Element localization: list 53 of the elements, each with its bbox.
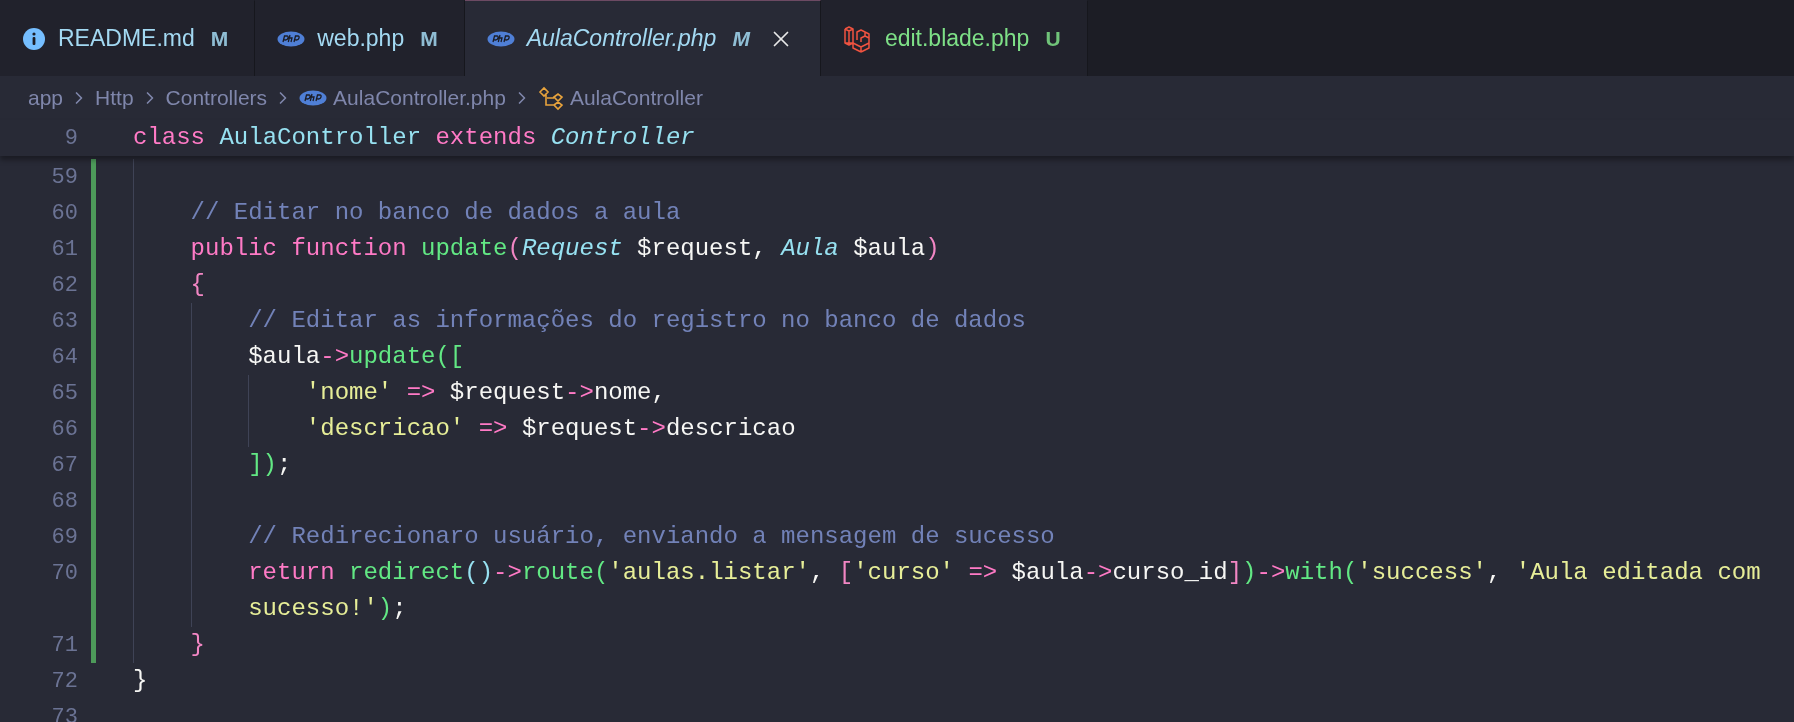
code-line: $aula->update([ xyxy=(133,339,465,375)
line-number: 66 xyxy=(50,416,79,442)
editor-tab[interactable]: README.md M xyxy=(0,0,256,76)
code-line: ]); xyxy=(133,447,292,483)
line-number: 69 xyxy=(50,524,79,550)
code-line: } xyxy=(133,666,148,696)
code-line: class AulaController extends Controller xyxy=(133,123,695,153)
breadcrumb-item[interactable]: AulaController xyxy=(569,86,703,110)
code-line: 'descricao' => $request->descricao xyxy=(133,411,796,447)
laravel-icon xyxy=(842,23,873,54)
code-line: public function update(Request $request, Aula $aula) xyxy=(133,231,940,267)
code-line: { xyxy=(133,267,205,303)
line-number: 72 xyxy=(50,668,79,694)
breadcrumb-item[interactable]: AulaController.php xyxy=(333,86,506,110)
code-line: // Editar no banco de dados a aula xyxy=(133,195,681,231)
line-number: 70 xyxy=(50,560,79,586)
breadcrumb-item[interactable]: app xyxy=(28,86,64,110)
line-number: 61 xyxy=(50,236,79,262)
line-number: 67 xyxy=(50,452,79,478)
line-number: 59 xyxy=(50,164,79,190)
tab-title: edit.blade.php xyxy=(884,25,1030,52)
git-status: M xyxy=(732,26,750,51)
code-line: return redirect()->route('aulas.listar', ['curso' => $aula->curso_id])->with('success', 'Aula editada com xyxy=(133,555,1761,591)
editor-tab[interactable]: edit.blade.php U xyxy=(820,0,1088,76)
php-icon xyxy=(486,30,515,47)
editor-tab[interactable]: AulaController.php M xyxy=(464,0,821,76)
breadcrumb-item[interactable]: Http xyxy=(95,86,134,110)
tab-title: web.php xyxy=(317,25,405,52)
line-number: 64 xyxy=(50,344,79,370)
git-status: U xyxy=(1045,26,1061,51)
php-icon xyxy=(299,90,328,106)
php-icon xyxy=(277,30,306,47)
class-icon xyxy=(537,85,564,111)
editor-tab[interactable]: web.php M xyxy=(255,0,465,76)
code-line: // Editar as informações do registro no banco de dados xyxy=(133,303,1026,339)
line-number: 71 xyxy=(50,632,79,658)
info-icon xyxy=(22,26,46,51)
code-line: // Redirecionaro usuário, enviando a mensagem de sucesso xyxy=(133,519,1055,555)
line-number: 63 xyxy=(50,308,79,334)
code-line: } xyxy=(133,627,205,663)
tab-title: README.md xyxy=(58,25,195,52)
tab-title: AulaController.php xyxy=(526,25,717,52)
code-line: 'nome' => $request->nome, xyxy=(133,375,666,411)
line-number: 9 xyxy=(63,125,79,151)
line-number: 65 xyxy=(50,380,79,406)
breadcrumb-item[interactable]: Controllers xyxy=(165,86,268,110)
line-number: 68 xyxy=(50,488,79,514)
code-line: sucesso!'); xyxy=(133,591,407,627)
line-number: 73 xyxy=(50,704,79,722)
line-number: 62 xyxy=(50,272,79,298)
line-number: 60 xyxy=(50,200,79,226)
git-status: M xyxy=(420,26,438,51)
git-status: M xyxy=(210,26,229,51)
